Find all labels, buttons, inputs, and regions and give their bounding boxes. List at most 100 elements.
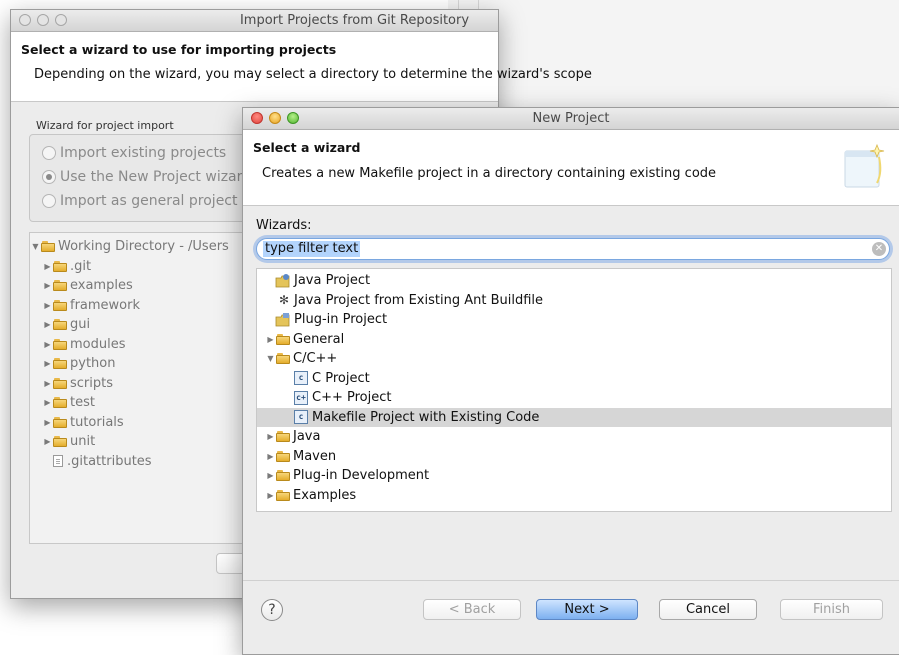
window-title: New Project [532,111,610,126]
disclosure-closed-icon[interactable]: ▶ [265,486,276,505]
cancel-button[interactable]: Cancel [659,599,757,620]
radio-label: Use the New Project wizard [60,169,252,185]
tree-item-label: General [293,331,345,347]
folder-icon [53,397,68,409]
tree-item-label: Makefile Project with Existing Code [312,409,540,425]
disclosure-closed-icon[interactable]: ▶ [42,374,53,393]
tree-item-label: scripts [70,375,113,391]
folder-icon [53,377,68,389]
disclosure-closed-icon[interactable]: ▶ [42,432,53,451]
filter-input[interactable]: type filter text ✕ [256,238,890,260]
header-description: Creates a new Makefile project in a dire… [262,166,717,181]
group-label: Wizard for project import [36,119,174,132]
tree-item-cpp-project[interactable]: c+ C++ Project [257,388,891,408]
disclosure-open-icon[interactable]: ▼ [30,237,41,256]
wizard-header: Select a wizard to use for importing pro… [11,32,592,102]
disclosure-closed-icon[interactable]: ▶ [42,335,53,354]
tree-item-label: C/C++ [293,351,338,367]
folder-icon [276,470,291,482]
radio-button[interactable] [42,146,56,160]
disclosure-closed-icon[interactable]: ▶ [42,276,53,295]
tree-folder-cpp[interactable]: ▼ C/C++ [257,349,891,369]
folder-icon [276,450,291,462]
folder-icon [53,416,68,428]
tree-item-label: modules [70,336,126,352]
wizard-tree[interactable]: Java Project ✻ Java Project from Existing… [256,268,892,512]
tree-folder-maven[interactable]: ▶ Maven [257,447,891,467]
disclosure-closed-icon[interactable]: ▶ [265,447,276,466]
folder-icon [53,280,68,292]
tree-item-label: examples [70,278,133,294]
tree-root-label: Working Directory - /Users [58,239,229,255]
radio-label: Import as general project [60,193,238,209]
radio-import-existing[interactable]: Import existing projects [42,145,226,161]
disclosure-closed-icon[interactable]: ▶ [265,466,276,485]
c-project-icon: c [294,371,308,386]
folder-icon [276,333,291,345]
tree-item-c-project[interactable]: c C Project [257,369,891,389]
radio-button[interactable] [42,170,56,184]
tree-folder-java[interactable]: ▶ Java [257,427,891,447]
radio-label: Import existing projects [60,145,227,161]
tree-item-label: Maven [293,448,337,464]
tree-item-label: Java Project from Existing Ant Buildfile [294,292,544,308]
tree-item-label: framework [70,297,141,313]
disclosure-closed-icon[interactable]: ▶ [42,296,53,315]
disclosure-closed-icon[interactable]: ▶ [42,315,53,334]
import-window-titlebar: Import Projects from Git Repository /Use… [11,10,498,49]
radio-button[interactable] [42,194,56,208]
tree-folder-general[interactable]: ▶ General [257,330,891,350]
tree-item-java-project[interactable]: Java Project [257,271,891,291]
zoom-button[interactable] [287,112,299,124]
tree-item-makefile-project-selected[interactable]: c Makefile Project with Existing Code [257,407,891,427]
tree-file-label: .gitattributes [67,453,152,469]
close-button[interactable] [251,112,263,124]
tree-item-label: unit [70,434,96,450]
tree-item-label: tutorials [70,414,124,430]
wizards-label: Wizards: [256,218,312,233]
new-project-window: New Project Select a wizard Creates a ne… [242,107,899,655]
tree-item-label: Java Project [294,273,371,289]
disclosure-closed-icon[interactable]: ▶ [265,427,276,446]
folder-icon [276,489,291,501]
back-button[interactable]: < Back [423,599,521,620]
tree-item-label: test [70,395,95,411]
minimize-button[interactable] [269,112,281,124]
folder-icon [53,436,68,448]
tree-item-label: .git [70,258,92,274]
java-project-icon [275,273,291,288]
folder-icon [53,319,68,331]
help-button[interactable]: ? [261,599,283,621]
disclosure-closed-icon[interactable]: ▶ [265,330,276,349]
tree-folder-plugin-development[interactable]: ▶ Plug-in Development [257,466,891,486]
disclosure-closed-icon[interactable]: ▶ [42,257,53,276]
close-button[interactable] [19,14,31,26]
folder-icon [53,260,68,272]
clear-search-icon[interactable]: ✕ [872,242,886,256]
help-icon: ? [268,602,276,618]
tree-item-label: Examples [293,487,357,503]
disclosure-closed-icon[interactable]: ▶ [42,354,53,373]
tree-item-ant-project[interactable]: ✻ Java Project from Existing Ant Buildfil… [257,291,891,311]
new-project-titlebar: New Project [243,108,899,130]
tree-item-label: Plug-in Development [293,468,430,484]
radio-new-project-wizard[interactable]: Use the New Project wizard [42,169,251,185]
disclosure-closed-icon[interactable]: ▶ [42,413,53,432]
header-heading: Select a wizard [253,140,361,155]
tree-item-label: C Project [312,370,370,386]
radio-general-project[interactable]: Import as general project [42,193,238,209]
next-button[interactable]: Next > [536,599,638,620]
zoom-button[interactable] [55,14,67,26]
folder-icon [276,353,291,365]
disclosure-open-icon[interactable]: ▼ [265,349,276,368]
tree-folder-examples[interactable]: ▶ Examples [257,486,891,506]
header-heading: Select a wizard to use for importing pro… [21,42,337,57]
minimize-button[interactable] [37,14,49,26]
disclosure-closed-icon[interactable]: ▶ [42,393,53,412]
filter-text: type filter text [263,241,361,257]
wizard-banner-icon [843,143,885,189]
tree-item-plugin-project[interactable]: Plug-in Project [257,310,891,330]
tree-item-label: C++ Project [312,390,392,406]
tree-item-label: Java [293,429,321,445]
finish-button[interactable]: Finish [780,599,883,620]
